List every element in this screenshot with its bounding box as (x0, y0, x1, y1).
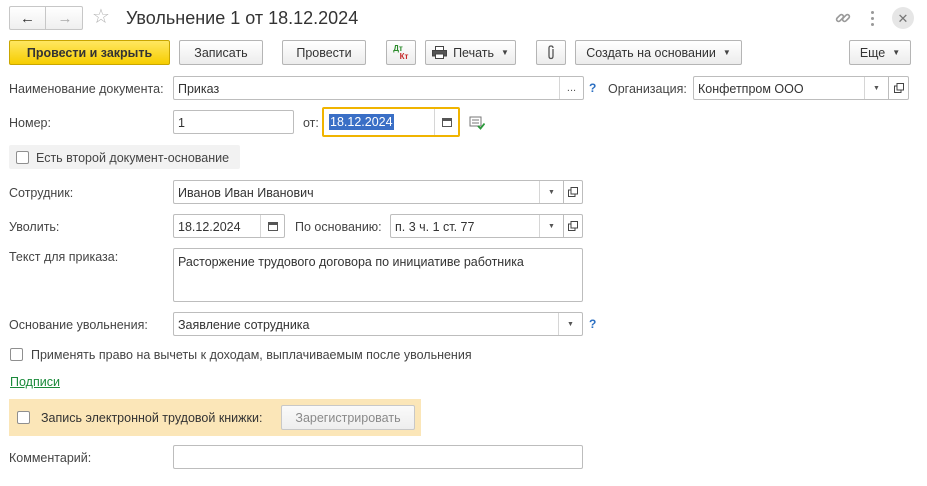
employee-label: Сотрудник: (9, 186, 74, 200)
post-button[interactable]: Провести (282, 40, 366, 65)
close-icon: ✕ (897, 10, 909, 26)
dt-kt-button[interactable]: Дт Кт (386, 40, 416, 65)
reason-label: Основание увольнения: (9, 318, 148, 332)
order-text-area[interactable]: Расторжение трудового договора по инициа… (173, 248, 583, 302)
open-form-icon (568, 187, 578, 197)
arrow-right-icon: → (57, 9, 73, 27)
open-organization-button[interactable] (889, 76, 909, 100)
reason-help-icon[interactable]: ? (589, 317, 596, 331)
window-title: Увольнение 1 от 18.12.2024 (126, 8, 359, 28)
deductions-label[interactable]: Применять право на вычеты к доходам, вып… (31, 347, 472, 363)
org-label: Организация: (608, 82, 687, 96)
more-button[interactable]: Еще ▼ (849, 40, 911, 65)
favorite-star-icon[interactable]: ☆ (92, 5, 110, 29)
dismiss-date-field[interactable]: 18.12.2024 (173, 214, 285, 238)
arrow-left-icon: ← (20, 9, 35, 27)
chevron-down-icon: ▼ (722, 48, 731, 57)
etk-checkbox[interactable] (17, 411, 30, 424)
register-button[interactable]: Зарегистрировать (281, 405, 415, 430)
chevron-down-icon: ▼ (567, 320, 574, 328)
dropdown-button[interactable]: ▼ (558, 313, 582, 335)
order-text-label: Текст для приказа: (9, 250, 119, 264)
deductions-checkbox[interactable] (10, 348, 23, 361)
dropdown-button[interactable]: ▼ (539, 181, 563, 203)
number-field[interactable]: 1 (173, 110, 294, 134)
employee-field[interactable]: Иванов Иван Иванович ▼ (173, 180, 564, 204)
dismiss-label: Уволить: (9, 220, 60, 234)
print-button[interactable]: Печать ▼ (425, 40, 516, 65)
select-dots-button[interactable]: ... (559, 77, 583, 99)
paperclip-icon (548, 45, 554, 60)
post-and-close-button[interactable]: Провести и закрыть (9, 40, 170, 65)
grounds-label: По основанию: (295, 220, 382, 234)
create-based-on-button[interactable]: Создать на основании ▼ (575, 40, 742, 65)
open-form-icon (568, 221, 578, 231)
open-form-icon (893, 83, 904, 93)
nav-buttons: ← → (9, 6, 83, 30)
write-button[interactable]: Записать (179, 40, 263, 65)
open-employee-button[interactable] (564, 180, 583, 204)
open-grounds-button[interactable] (564, 214, 583, 238)
second-basis-label[interactable]: Есть второй документ-основание (36, 150, 229, 166)
back-button[interactable]: ← (10, 7, 46, 29)
close-button[interactable]: ✕ (892, 7, 914, 29)
doc-name-help-icon[interactable]: ? (589, 81, 596, 95)
chevron-down-icon: ▼ (548, 188, 555, 196)
link-icon[interactable] (834, 9, 852, 27)
number-label: Номер: (9, 116, 51, 130)
chevron-down-icon: ▼ (873, 84, 880, 92)
dropdown-button[interactable]: ▼ (864, 77, 888, 99)
reason-field[interactable]: Заявление сотрудника ▼ (173, 312, 583, 336)
comment-field[interactable] (173, 445, 583, 469)
date-value-selected: 18.12.2024 (329, 114, 394, 130)
dropdown-button[interactable]: ▼ (539, 215, 563, 237)
kebab-menu-icon[interactable] (866, 8, 878, 28)
date-label: от: (303, 116, 319, 130)
calendar-icon (267, 221, 278, 231)
printer-icon (432, 46, 448, 59)
forward-button[interactable]: → (47, 7, 83, 29)
grounds-field[interactable]: п. 3 ч. 1 ст. 77 ▼ (390, 214, 564, 238)
calendar-button[interactable] (260, 215, 284, 237)
date-field[interactable]: 18.12.2024 (322, 107, 460, 137)
calendar-icon (441, 117, 452, 127)
doc-name-label: Наименование документа: (9, 82, 164, 96)
dt-kt-icon: Дт Кт (393, 43, 409, 61)
second-basis-checkbox[interactable] (16, 151, 29, 164)
comment-label: Комментарий: (9, 451, 92, 465)
calendar-button[interactable] (434, 109, 458, 135)
organization-field[interactable]: Конфетпром ООО ▼ (693, 76, 889, 100)
number-history-icon[interactable] (469, 116, 486, 130)
chevron-down-icon: ▼ (892, 48, 901, 57)
etk-label: Запись электронной трудовой книжки: (41, 411, 263, 425)
chevron-down-icon: ▼ (501, 48, 509, 57)
signatures-link[interactable]: Подписи (10, 374, 60, 390)
chevron-down-icon: ▼ (548, 222, 555, 230)
doc-name-field[interactable]: Приказ ... (173, 76, 584, 100)
attach-button[interactable] (536, 40, 566, 65)
